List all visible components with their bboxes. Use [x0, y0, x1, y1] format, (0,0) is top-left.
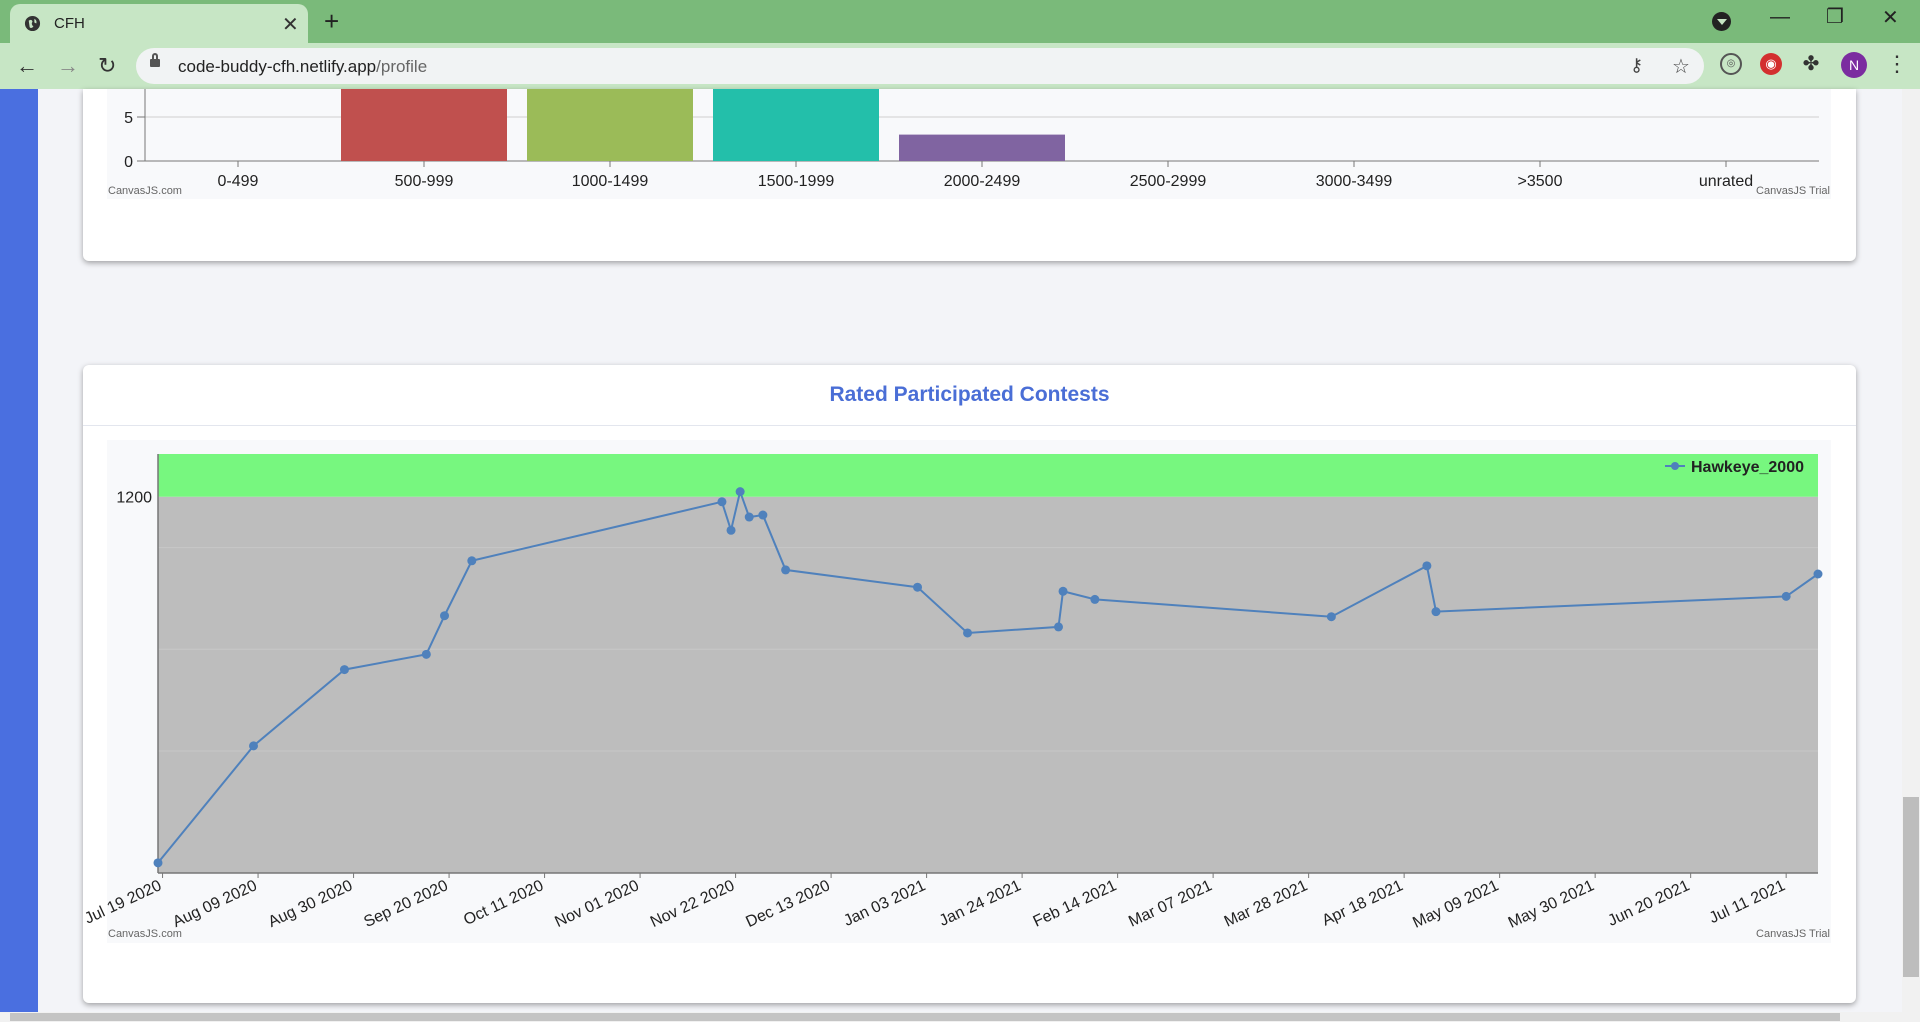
x-tick-label: 1500-1999 [758, 173, 835, 190]
x-tick-label: 2500-2999 [1130, 173, 1207, 190]
new-tab-button[interactable]: + [324, 6, 339, 37]
globe-icon [24, 15, 41, 32]
x-tick-label: Dec 13 2020 [743, 877, 833, 931]
x-tick-label: 500-999 [395, 173, 454, 190]
data-point [913, 582, 923, 592]
x-tick-label: >3500 [1518, 173, 1563, 190]
x-tick-label: Sep 20 2020 [361, 877, 451, 931]
avatar[interactable]: N [1841, 52, 1867, 78]
menu-icon[interactable]: ⋮ [1886, 51, 1908, 77]
data-point [1326, 612, 1336, 622]
data-point [1058, 586, 1068, 596]
data-point [758, 510, 768, 520]
rating-line-chart: 1200 Jul 19 2020 Aug 09 2020 Aug 30 2020 Sep… [83, 454, 1830, 940]
close-tab-icon[interactable]: ✕ [282, 12, 299, 37]
y-tick-label: 1200 [116, 490, 152, 507]
address-bar[interactable]: code-buddy-cfh.netlify.app/profile ⚷ ☆ [136, 48, 1704, 84]
legend-marker [1671, 462, 1679, 470]
data-point [339, 665, 349, 675]
y-tick-label: 5 [124, 110, 133, 127]
bar [341, 89, 507, 161]
rating-band [158, 454, 1818, 497]
watermark: CanvasJS.com [108, 928, 182, 940]
ublock-icon[interactable]: ◉ [1760, 53, 1782, 75]
x-tick-label: Nov 01 2020 [552, 877, 642, 931]
data-point [1053, 622, 1063, 632]
data-point [467, 556, 477, 566]
browser-toolbar: ← → ↻ code-buddy-cfh.netlify.app/profile… [0, 43, 1920, 89]
x-tick-label: 2000-2499 [944, 173, 1021, 190]
x-tick-label: Jan 03 2021 [841, 877, 928, 930]
back-icon[interactable]: ← [16, 53, 38, 79]
lock-icon [150, 53, 160, 67]
rating-distribution-card: 0 5 0-499 500-999 1000-1499 1500-1999 2000-249… [83, 89, 1856, 261]
y-tick-label: 0 [124, 154, 133, 171]
bar [527, 89, 693, 161]
data-point [1090, 594, 1100, 604]
puzzle-icon[interactable]: ✤ [1800, 53, 1822, 75]
x-tick-label: Feb 14 2021 [1031, 877, 1120, 930]
forward-icon[interactable]: → [57, 53, 79, 79]
rated-contests-card: Rated Participated Contests 1200 Jul 19 2… [83, 365, 1856, 1003]
bar [899, 134, 1065, 161]
reload-icon[interactable]: ↻ [98, 53, 116, 79]
data-point [249, 741, 259, 751]
x-tick-label: Aug 30 2020 [266, 877, 356, 931]
bar [713, 89, 879, 161]
data-point [781, 565, 791, 575]
x-tick-label: 0-499 [218, 173, 259, 190]
browser-tab-bar: CFH ✕ + — ❐ ✕ [0, 0, 1920, 43]
data-point [1431, 607, 1441, 617]
x-tick-label: May 09 2021 [1410, 877, 1501, 932]
x-tick-label: Jul 11 2021 [1707, 877, 1788, 927]
url-text: code-buddy-cfh.netlify.app/profile [178, 57, 428, 76]
data-point [717, 497, 727, 507]
close-window-icon[interactable]: ✕ [1882, 5, 1899, 30]
x-tick-label: Jul 19 2020 [83, 877, 164, 927]
x-tick-label: 1000-1499 [572, 173, 649, 190]
sidebar-strip [0, 89, 38, 1012]
data-point [1422, 561, 1432, 571]
tab-search-icon[interactable] [1712, 12, 1731, 31]
legend-label: Hawkeye_2000 [1691, 459, 1804, 476]
watermark: CanvasJS Trial [1756, 185, 1830, 197]
extension-icon[interactable]: ◎ [1720, 53, 1742, 75]
x-tick-label: Oct 11 2020 [461, 877, 546, 929]
x-tick-label: 3000-3499 [1316, 173, 1393, 190]
watermark: CanvasJS.com [108, 185, 182, 197]
minimize-icon[interactable]: — [1770, 6, 1790, 29]
x-tick-label: Mar 07 2021 [1126, 877, 1215, 930]
data-point [1781, 591, 1791, 601]
x-tick-label: Nov 22 2020 [648, 877, 738, 931]
data-point [421, 649, 431, 659]
x-tick-label: unrated [1699, 173, 1753, 190]
x-tick-label: Jun 20 2021 [1605, 877, 1692, 930]
x-tick-label: Mar 28 2021 [1222, 877, 1311, 930]
x-tick-label: Aug 09 2020 [170, 877, 260, 931]
x-tick-label: Jan 24 2021 [937, 877, 1024, 930]
data-point [1813, 569, 1823, 579]
key-icon[interactable]: ⚷ [1630, 55, 1643, 76]
data-point [153, 858, 163, 868]
data-point [440, 611, 450, 621]
data-point [963, 628, 973, 638]
x-tick-label: May 30 2021 [1506, 877, 1597, 932]
horizontal-scrollbar-thumb[interactable] [10, 1013, 1840, 1021]
bookmark-star-icon[interactable]: ☆ [1672, 54, 1690, 79]
data-point [726, 525, 736, 535]
data-point [744, 512, 754, 522]
rating-bar-chart: 0 5 0-499 500-999 1000-1499 1500-1999 2000-249… [108, 89, 1830, 197]
watermark: CanvasJS Trial [1756, 928, 1830, 940]
rating-band [158, 496, 1818, 873]
browser-tab[interactable]: CFH ✕ [10, 4, 308, 43]
tab-title: CFH [54, 15, 85, 32]
x-tick-label: Apr 18 2021 [1320, 877, 1406, 929]
scrollbar-thumb[interactable] [1903, 797, 1919, 977]
data-point [735, 487, 745, 497]
restore-icon[interactable]: ❐ [1826, 4, 1844, 29]
